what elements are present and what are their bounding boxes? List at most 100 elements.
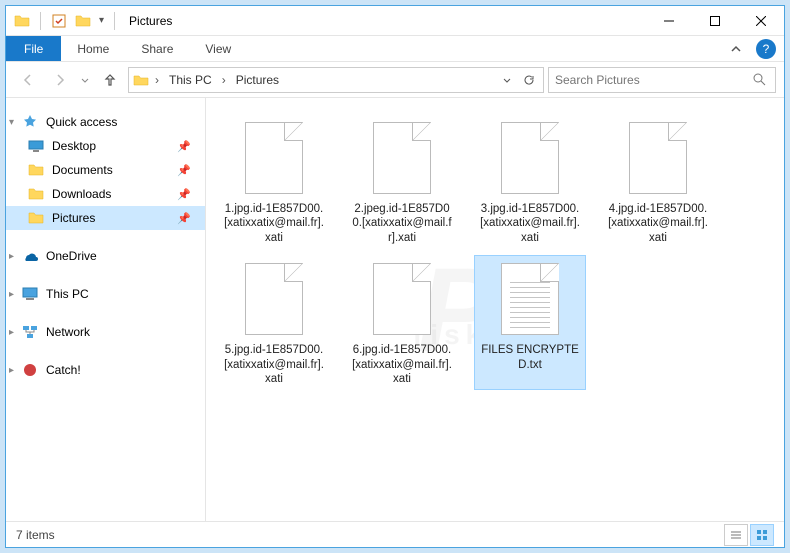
file-name: FILES ENCRYPTED.txt	[478, 343, 582, 372]
folder-icon	[28, 210, 44, 226]
quick-access-group: ▾ Quick access Desktop 📌 Documents 📌 Dow	[6, 110, 205, 230]
chevron-right-icon[interactable]: ▸	[9, 251, 14, 262]
chevron-right-icon[interactable]: ▸	[9, 365, 14, 376]
file-item[interactable]: 5.jpg.id-1E857D00.[xatixxatix@mail.fr].x…	[218, 255, 330, 390]
forward-button[interactable]	[46, 66, 74, 94]
up-button[interactable]	[96, 66, 124, 94]
blank-file-icon	[367, 259, 437, 339]
chevron-down-icon[interactable]: ▾	[9, 117, 14, 128]
file-name: 2.jpeg.id-1E857D00.[xatixxatix@mail.fr].…	[350, 202, 454, 245]
file-item[interactable]: 2.jpeg.id-1E857D00.[xatixxatix@mail.fr].…	[346, 114, 458, 249]
recent-dropdown-icon[interactable]	[78, 66, 92, 94]
chevron-right-icon[interactable]: ▸	[9, 289, 14, 300]
file-item[interactable]: 6.jpg.id-1E857D00.[xatixxatix@mail.fr].x…	[346, 255, 458, 390]
address-dropdown-icon[interactable]	[497, 70, 517, 90]
refresh-icon[interactable]	[519, 70, 539, 90]
sidebar-quick-access[interactable]: ▾ Quick access	[6, 110, 205, 134]
sidebar-item-label: Network	[46, 325, 90, 339]
window-title: Pictures	[129, 14, 172, 28]
sidebar-item-onedrive[interactable]: ▸ OneDrive	[6, 244, 205, 268]
folder-icon	[14, 13, 30, 29]
blank-file-icon	[367, 118, 437, 198]
blank-file-icon	[239, 118, 309, 198]
file-item[interactable]: 4.jpg.id-1E857D00.[xatixxatix@mail.fr].x…	[602, 114, 714, 249]
network-icon	[22, 324, 38, 340]
pin-icon: 📌	[177, 140, 191, 153]
sidebar-item-network[interactable]: ▸ Network	[6, 320, 205, 344]
content-pane[interactable]: PC risk.com 1.jpg.id-1E857D00.[xatixxati…	[206, 98, 784, 521]
sidebar-item-label: Downloads	[52, 187, 111, 201]
pin-icon: 📌	[177, 164, 191, 177]
separator	[40, 12, 41, 30]
sidebar-item-downloads[interactable]: Downloads 📌	[6, 182, 205, 206]
sidebar-item-label: OneDrive	[46, 249, 97, 263]
file-grid: 1.jpg.id-1E857D00.[xatixxatix@mail.fr].x…	[218, 114, 772, 390]
sidebar-item-label: Documents	[52, 163, 113, 177]
blank-file-icon	[623, 118, 693, 198]
minimize-button[interactable]	[646, 6, 692, 36]
file-tab[interactable]: File	[6, 36, 61, 61]
statusbar: 7 items	[6, 521, 784, 547]
titlebar: ▾ Pictures	[6, 6, 784, 36]
sidebar: ▾ Quick access Desktop 📌 Documents 📌 Dow	[6, 98, 206, 521]
search-input[interactable]	[555, 73, 749, 87]
crumb-thispc[interactable]: This PC	[165, 73, 216, 87]
onedrive-group: ▸ OneDrive	[6, 244, 205, 268]
sidebar-item-label: Quick access	[46, 115, 117, 129]
chevron-right-icon[interactable]: ›	[151, 73, 163, 87]
navbar: › This PC › Pictures	[6, 62, 784, 98]
tab-share[interactable]: Share	[125, 36, 189, 61]
file-name: 5.jpg.id-1E857D00.[xatixxatix@mail.fr].x…	[222, 343, 326, 386]
file-item[interactable]: 3.jpg.id-1E857D00.[xatixxatix@mail.fr].x…	[474, 114, 586, 249]
sidebar-item-label: Desktop	[52, 139, 96, 153]
sidebar-item-label: Pictures	[52, 211, 95, 225]
file-name: 3.jpg.id-1E857D00.[xatixxatix@mail.fr].x…	[478, 202, 582, 245]
sidebar-item-documents[interactable]: Documents 📌	[6, 158, 205, 182]
details-view-button[interactable]	[724, 524, 748, 546]
search-icon[interactable]	[749, 70, 769, 90]
network-group: ▸ Network	[6, 320, 205, 344]
view-switcher	[724, 524, 774, 546]
file-name: 6.jpg.id-1E857D00.[xatixxatix@mail.fr].x…	[350, 343, 454, 386]
close-button[interactable]	[738, 6, 784, 36]
qat-overflow-icon[interactable]: ▾	[99, 15, 104, 26]
onedrive-icon	[22, 248, 38, 264]
properties-icon[interactable]	[51, 13, 67, 29]
sidebar-item-pictures[interactable]: Pictures 📌	[6, 206, 205, 230]
file-item[interactable]: FILES ENCRYPTED.txt	[474, 255, 586, 390]
ribbon-tabs: File Home Share View ?	[6, 36, 784, 62]
help-icon[interactable]: ?	[756, 39, 776, 59]
pin-icon: 📌	[177, 212, 191, 225]
catch-group: ▸ Catch!	[6, 358, 205, 382]
folder-icon	[28, 186, 44, 202]
address-bar[interactable]: › This PC › Pictures	[128, 67, 544, 93]
back-button[interactable]	[14, 66, 42, 94]
file-name: 4.jpg.id-1E857D00.[xatixxatix@mail.fr].x…	[606, 202, 710, 245]
file-item[interactable]: 1.jpg.id-1E857D00.[xatixxatix@mail.fr].x…	[218, 114, 330, 249]
crumb-pictures[interactable]: Pictures	[232, 73, 283, 87]
folder-icon[interactable]	[75, 13, 91, 29]
window-controls	[646, 6, 784, 36]
maximize-button[interactable]	[692, 6, 738, 36]
sidebar-item-label: Catch!	[46, 363, 81, 377]
text-file-icon	[495, 259, 565, 339]
tab-home[interactable]: Home	[61, 36, 125, 61]
sidebar-item-desktop[interactable]: Desktop 📌	[6, 134, 205, 158]
sidebar-item-thispc[interactable]: ▸ This PC	[6, 282, 205, 306]
sidebar-item-label: This PC	[46, 287, 89, 301]
explorer-window: ▾ Pictures File Home Share View ? › This…	[5, 5, 785, 548]
blank-file-icon	[239, 259, 309, 339]
icons-view-button[interactable]	[750, 524, 774, 546]
folder-icon	[28, 162, 44, 178]
titlebar-left: ▾ Pictures	[6, 12, 172, 30]
search-box[interactable]	[548, 67, 776, 93]
chevron-right-icon[interactable]: ▸	[9, 327, 14, 338]
status-count: 7 items	[16, 528, 55, 542]
collapse-ribbon-icon[interactable]	[724, 37, 748, 61]
tab-view[interactable]: View	[189, 36, 247, 61]
sidebar-item-catch[interactable]: ▸ Catch!	[6, 358, 205, 382]
body: ▾ Quick access Desktop 📌 Documents 📌 Dow	[6, 98, 784, 521]
thispc-group: ▸ This PC	[6, 282, 205, 306]
thispc-icon	[22, 286, 38, 302]
chevron-right-icon[interactable]: ›	[218, 73, 230, 87]
